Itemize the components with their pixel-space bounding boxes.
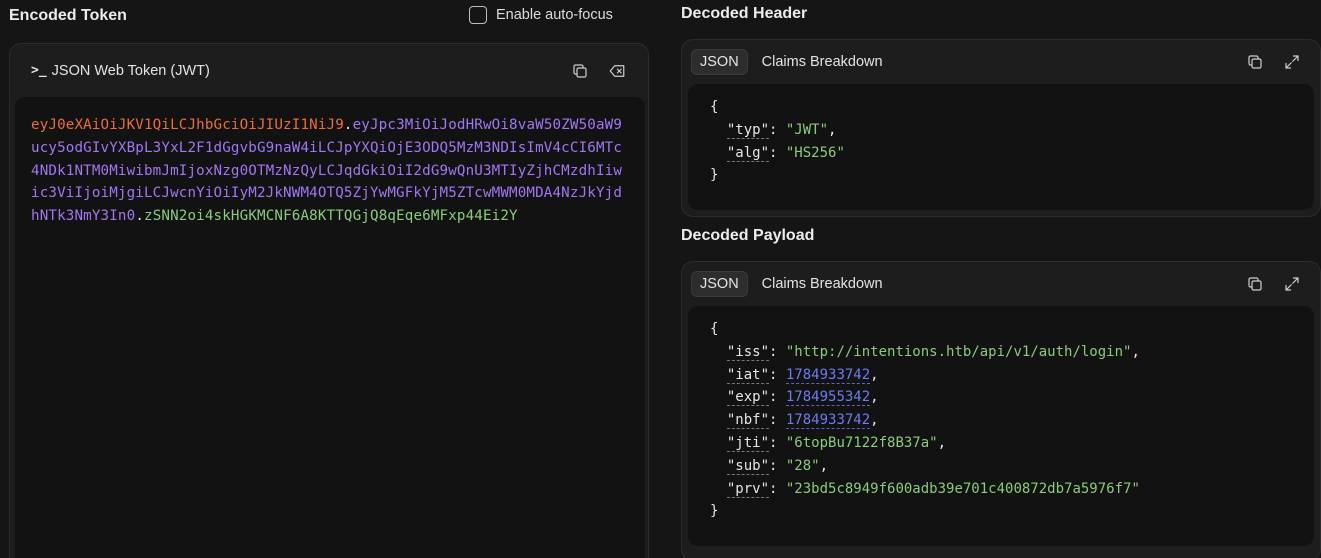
copy-icon[interactable] [570,61,590,81]
decoded-header-actions [1245,52,1302,72]
decoded-header-card: JSON Claims Breakdown { "typ": "JWT", "a… [681,39,1321,217]
tab-json[interactable]: JSON [691,49,748,75]
json-value: "JWT" [785,121,829,138]
json-comma: , [819,457,829,474]
json-colon: : [769,343,786,360]
decoded-payload-json: { "iss": "http://intentions.htb/api/v1/a… [688,306,1314,546]
jwt-debugger: Encoded Token Enable auto-focus >_ JSON … [0,0,1321,558]
auto-focus-toggle[interactable]: Enable auto-focus [469,6,613,24]
json-comma: , [1131,343,1140,360]
json-field-row: "alg": "HS256" [710,142,1292,165]
json-value: "23bd5c8949f600adb39e701c400872db7a5976f… [785,480,1140,497]
json-key: "sub" [726,457,770,475]
copy-icon[interactable] [1245,274,1265,294]
expand-icon[interactable] [1282,274,1302,294]
json-value: "6topBu7122f8B37a" [785,434,938,451]
token-signature-part: zSNN2oi4skHGKMCNF6A8KTTQGjQ8qEqe6MFxp44E… [144,208,518,225]
json-comma: , [828,121,837,138]
json-colon: : [769,389,786,406]
json-open-brace: { [710,321,719,337]
decoded-payload-actions [1245,274,1302,294]
token-separator: . [135,208,145,225]
decoded-header-tabs: JSON Claims Breakdown [691,49,893,75]
auto-focus-checkbox[interactable] [469,6,487,24]
json-field-row: "iss": "http://intentions.htb/api/v1/aut… [710,341,1292,364]
expand-icon[interactable] [1282,52,1302,72]
json-colon: : [769,412,786,429]
json-key: "jti" [726,434,770,452]
token-card-title: >_ JSON Web Token (JWT) [31,63,210,79]
tab-claims-breakdown[interactable]: Claims Breakdown [752,272,893,296]
auto-focus-label: Enable auto-focus [496,7,613,23]
json-field-row: "jti": "6topBu7122f8B37a", [710,432,1292,455]
decoded-payload-tabs: JSON Claims Breakdown [691,271,893,297]
json-value: 1784933742 [785,412,871,430]
json-open-brace: { [710,99,719,115]
json-field-row: "nbf": 1784933742, [710,409,1292,432]
json-colon: : [769,480,786,497]
decoded-payload-toolbar: JSON Claims Breakdown [682,262,1320,306]
json-value: "http://intentions.htb/api/v1/auth/login… [785,343,1132,360]
json-field-row: "exp": 1784955342, [710,386,1292,409]
json-colon: : [769,457,786,474]
json-key: "prv" [726,480,770,498]
token-card-title-label: JSON Web Token (JWT) [51,62,210,79]
json-key: "iat" [726,366,770,384]
decoded-header-toolbar: JSON Claims Breakdown [682,40,1320,84]
json-colon: : [769,434,786,451]
json-key: "typ" [726,121,770,139]
json-value: 1784955342 [785,389,871,407]
json-comma: , [870,389,879,406]
token-card-actions [570,61,627,81]
json-key: "exp" [726,389,770,407]
json-key: "alg" [726,144,770,162]
tab-json[interactable]: JSON [691,271,748,297]
json-comma: , [870,412,879,429]
encoded-token-title: Encoded Token [9,7,127,24]
json-value: "28" [785,457,820,474]
json-comma: , [870,366,879,383]
json-field-row: "prv": "23bd5c8949f600adb39e701c400872db… [710,478,1292,501]
json-value: "HS256" [785,144,845,161]
encoded-token-card: >_ JSON Web Token (JWT) eyJ0eXAiOiJKV1Qi… [9,43,649,558]
json-close-brace: } [710,167,719,184]
decoded-payload-title: Decoded Payload [681,227,815,244]
json-field-row: "typ": "JWT", [710,119,1292,142]
json-key: "nbf" [726,412,770,430]
json-comma: , [937,434,947,451]
json-colon: : [769,121,786,138]
json-close-brace: } [710,503,719,520]
json-key: "iss" [726,343,770,361]
decoded-header-title: Decoded Header [681,5,808,22]
json-colon: : [769,144,786,161]
token-input[interactable]: eyJ0eXAiOiJKV1QiLCJhbGciOiJIUzI1NiJ9.eyJ… [15,97,645,558]
json-field-row: "iat": 1784933742, [710,364,1292,387]
json-value: 1784933742 [785,366,871,384]
copy-icon[interactable] [1245,52,1265,72]
decoded-header-json: { "typ": "JWT", "alg": "HS256"} [688,84,1314,210]
clear-icon[interactable] [607,61,627,81]
terminal-prompt-icon: >_ [31,63,47,78]
token-card-header: >_ JSON Web Token (JWT) [10,44,648,97]
token-text[interactable]: eyJ0eXAiOiJKV1QiLCJhbGciOiJIUzI1NiJ9.eyJ… [31,114,628,228]
decoded-payload-card: JSON Claims Breakdown { "iss": "http://i… [681,261,1321,558]
token-header-part: eyJ0eXAiOiJKV1QiLCJhbGciOiJIUzI1NiJ9 [31,117,344,133]
json-field-row: "sub": "28", [710,455,1292,478]
json-colon: : [769,366,786,383]
tab-claims-breakdown[interactable]: Claims Breakdown [752,50,893,74]
token-separator: . [343,117,353,133]
